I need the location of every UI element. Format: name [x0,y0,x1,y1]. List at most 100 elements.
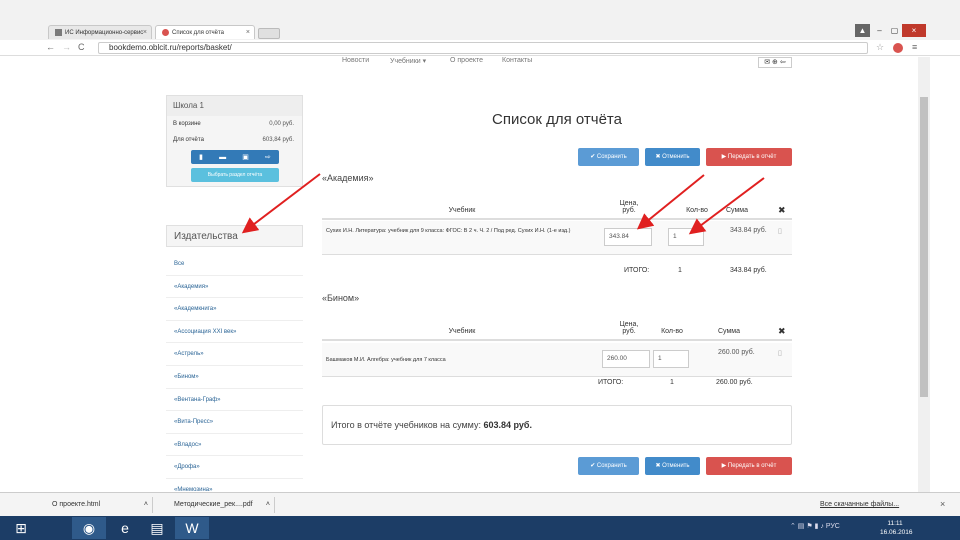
col-qty-header: Кол-во [686,207,708,214]
summary-text: Итого в отчёте учебников на сумму: [331,420,481,430]
col-book-header: Учебник [448,207,476,214]
publisher-link[interactable]: «Владос» [166,434,303,457]
trash-icon[interactable]: ▯ [778,227,782,235]
site-favicon-icon [55,28,62,36]
chevron-down-icon[interactable]: ˄ [266,497,270,513]
basket-label: В корзине [173,121,201,127]
browser-tab-strip: ИС Информационно-сервис × Список для отч… [0,0,960,40]
send-to-report-button[interactable]: ▶ Передать в отчёт [706,457,792,475]
system-tray[interactable]: ⌃ ▤ ⚑ ▮ ♪ РУС [790,522,840,530]
nav-textbooks[interactable]: Учебники ▾ [390,57,426,65]
folder-icon[interactable]: ▬ [219,154,226,161]
nav-news[interactable]: Новости [342,57,369,64]
close-icon[interactable]: × [940,499,945,509]
browser-tab-2[interactable]: Список для отчёта × [155,25,255,39]
menu-icon[interactable]: ≡ [912,42,917,52]
cancel-button[interactable]: ✖ Отменить [645,148,700,166]
table-header: Учебник Цена, руб. Кол-во Сумма ✖ [322,188,792,220]
minimize-icon[interactable]: – [872,24,887,37]
chrome-icon[interactable]: ◉ [72,517,106,539]
row-sum: 343.84 руб. [730,227,767,234]
publisher-link[interactable]: «Академия» [166,276,303,299]
col-sum-header: Сумма [726,207,748,214]
publisher-link[interactable]: «Академкнига» [166,298,303,321]
price-input[interactable]: 343.84 [604,228,652,246]
publisher-link[interactable]: «Мнемозина» [166,479,303,492]
download-item[interactable]: Методические_рек....pdf ˄ [160,497,275,513]
publisher-link[interactable]: Все [166,253,303,276]
school-name: Школа 1 [167,96,302,116]
url-field[interactable]: bookdemo.oblcit.ru/reports/basket/ [98,42,868,54]
page-scrollbar[interactable] [918,57,930,492]
report-value: 603,84 руб. [262,137,294,143]
send-to-report-button[interactable]: ▶ Передать в отчёт [706,148,792,166]
price-input[interactable]: 260.00 [602,350,650,368]
logout-icon[interactable]: ⇨ [265,153,271,161]
save-button[interactable]: ✔ Сохранить [578,457,639,475]
maximize-icon[interactable]: ▢ [887,24,902,37]
language-indicator[interactable]: РУС [826,523,840,530]
internet-explorer-icon[interactable]: e [108,517,142,539]
download-name: Методические_рек....pdf [174,501,253,508]
file-explorer-icon[interactable]: ▤ [140,517,174,539]
page-viewport: Новости Учебники ▾ О проекте Контакты ✉ … [0,57,918,492]
page-title: Список для отчёта [492,111,622,128]
quantity-input[interactable]: 1 [653,350,689,368]
publishers-heading: Издательства [166,225,303,247]
total-sum: 260.00 руб. [716,379,753,386]
report-label: Для отчёта [173,137,204,143]
school-panel: Школа 1 В корзине 0,00 руб. Для отчёта 6… [166,95,303,187]
downloads-bar: О проекте.html ˄ Методические_рек....pdf… [0,492,960,516]
reload-icon[interactable]: C [78,42,85,52]
download-item[interactable]: О проекте.html ˄ [38,497,153,513]
bookmark-star-icon[interactable]: ☆ [876,42,884,53]
new-tab-button[interactable] [258,28,280,39]
user-icon[interactable]: ▲ [855,24,870,37]
back-icon[interactable]: ← [46,42,55,52]
publisher-link[interactable]: «Бином» [166,366,303,389]
publisher-link[interactable]: «Вита-Пресс» [166,411,303,434]
extension-icon[interactable] [893,43,903,53]
windows-start-icon[interactable]: ⊞ [4,517,38,539]
book-title: Башмаков М.И. Алгебра: учебник для 7 кла… [326,357,446,363]
publisher-link[interactable]: «Астрель» [166,343,303,366]
taskbar-clock[interactable]: 11:11 16.06.2016 [880,519,913,537]
tab-close-icon[interactable]: × [143,26,147,39]
report-row: Для отчёта 603,84 руб. [167,132,302,148]
show-all-downloads-link[interactable]: Все скачанные файлы... [820,501,899,508]
choose-report-section-button[interactable]: Выбрать раздел отчёта [191,168,279,182]
download-name: О проекте.html [52,501,101,508]
row-sum: 260.00 руб. [718,349,755,356]
total-qty: 1 [678,267,682,274]
group-publisher-name: «Бином» [322,293,360,303]
publisher-link[interactable]: «Ассоциация XXI век» [166,321,303,344]
document-icon[interactable]: ▣ [242,153,249,161]
col-price-header: Цена, руб. [619,200,639,214]
publisher-link[interactable]: «Дрофа» [166,456,303,479]
word-icon[interactable]: W [175,517,209,539]
tab-close-icon[interactable]: × [246,26,250,39]
browser-tab-1[interactable]: ИС Информационно-сервис × [48,25,152,39]
publisher-link[interactable]: «Вентана-Граф» [166,389,303,412]
chevron-down-icon[interactable]: ˄ [144,497,148,513]
quantity-input[interactable]: 1 [668,228,704,246]
cancel-button[interactable]: ✖ Отменить [645,457,700,475]
save-button[interactable]: ✔ Сохранить [578,148,639,166]
chart-icon[interactable]: ▮ [199,153,203,161]
scroll-thumb[interactable] [920,97,928,397]
trash-icon[interactable]: ▯ [778,349,782,357]
nav-about[interactable]: О проекте [450,57,483,64]
nav-contacts[interactable]: Контакты [502,57,532,64]
forward-icon[interactable]: → [62,42,71,52]
group-publisher-name: «Академия» [322,173,374,183]
tab-title: Список для отчёта [172,30,224,36]
user-toolbar[interactable]: ✉ ⊕ ⇦ [758,57,792,68]
address-bar: ← → C bookdemo.oblcit.ru/reports/basket/… [0,40,960,56]
basket-row: В корзине 0,00 руб. [167,116,302,132]
action-bar-top: ✔ Сохранить ✖ Отменить ▶ Передать в отчё… [322,148,792,166]
window-close-icon[interactable]: × [902,24,926,37]
book-title: Сухих И.Н. Литература: учебник для 9 кла… [326,228,571,234]
total-label: ИТОГО: [598,379,624,386]
delete-column-icon: ✖ [778,205,786,215]
basket-value: 0,00 руб. [269,121,294,127]
